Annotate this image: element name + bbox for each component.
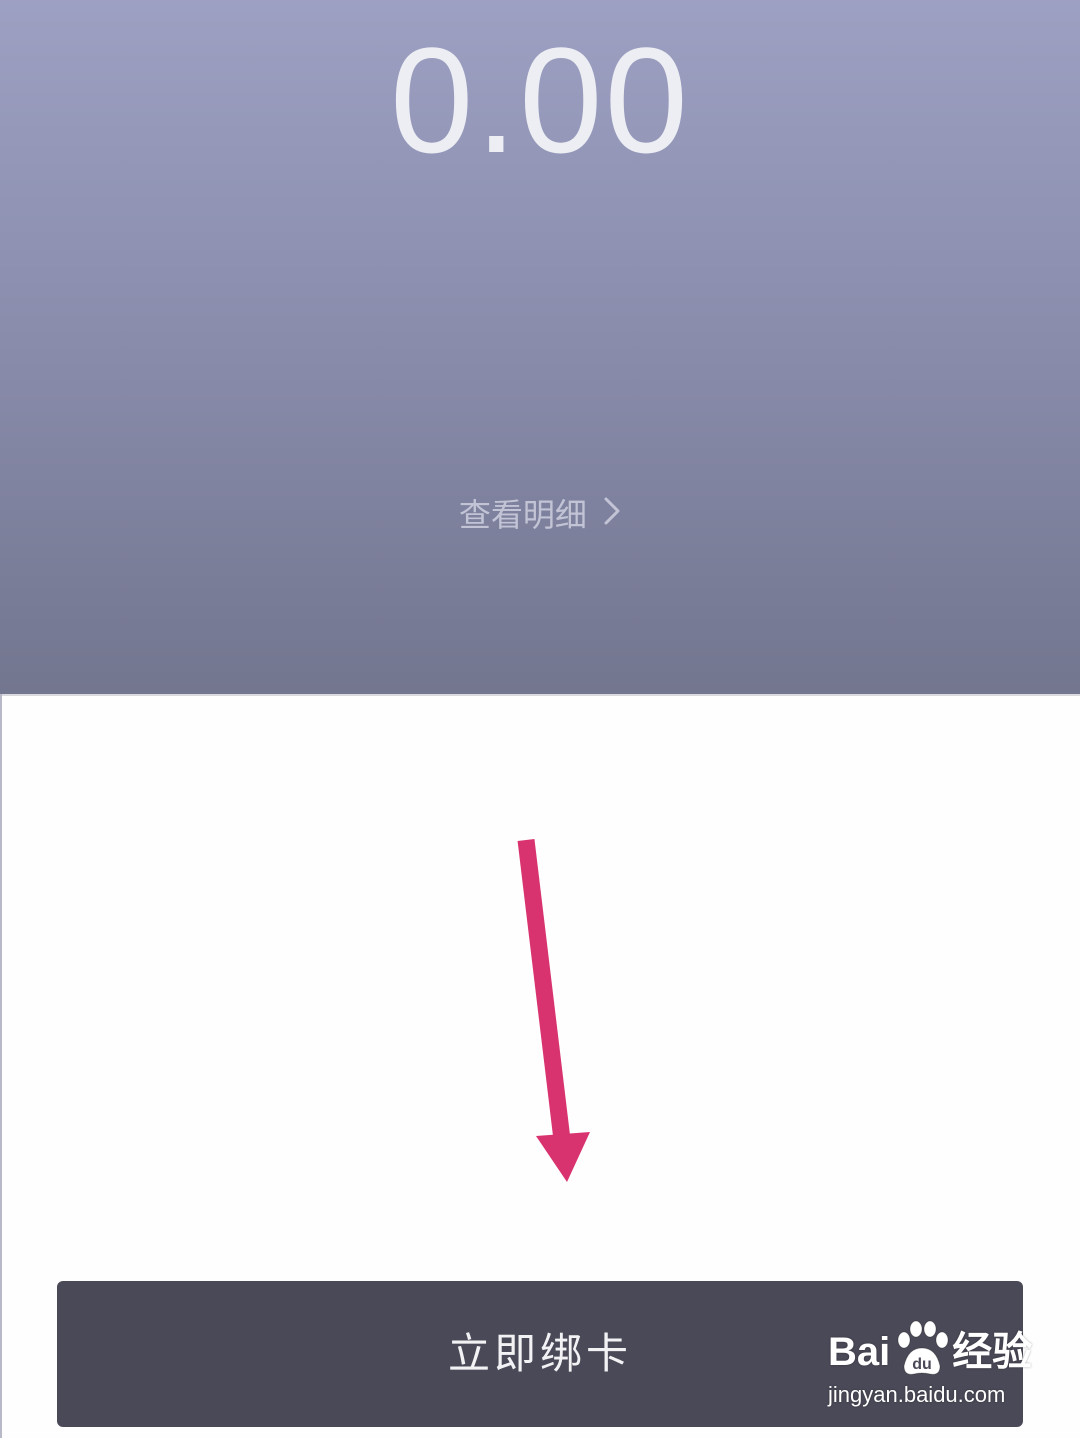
watermark-brand-right: 经验: [952, 1330, 1033, 1374]
svg-text:du: du: [912, 1356, 932, 1373]
wallet-page: 0.00 查看明细 立即绑卡 Bai 经验 du jingyan.baidu.c…: [0, 0, 1080, 1438]
balance-header: 0.00 查看明细: [0, 0, 1080, 694]
paw-icon: du: [897, 1320, 949, 1375]
watermark-url: jingyan.baidu.com: [828, 1382, 1006, 1407]
view-details-label: 查看明细: [458, 496, 587, 534]
left-border: [0, 694, 2, 1438]
watermark-brand-left: Bai: [828, 1330, 891, 1374]
balance-amount: 0.00: [390, 16, 690, 184]
view-details-link[interactable]: 查看明细: [0, 488, 1080, 540]
chevron-right-icon: [603, 490, 621, 540]
header-divider: [0, 694, 1080, 696]
baidu-jingyan-watermark: Bai 经验 du jingyan.baidu.com: [828, 1320, 1032, 1418]
down-arrow-icon: [517, 838, 590, 1182]
